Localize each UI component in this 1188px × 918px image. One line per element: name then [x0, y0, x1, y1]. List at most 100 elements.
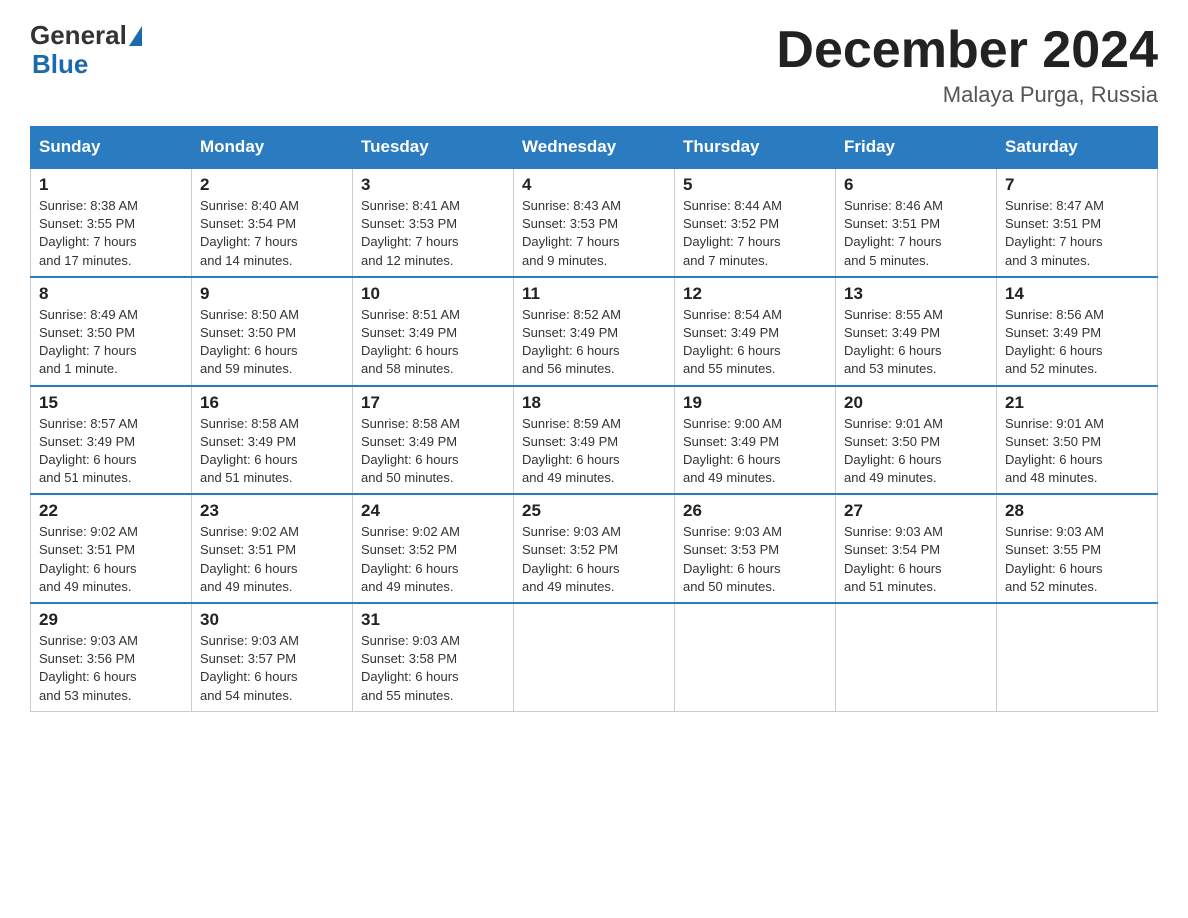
day-info: Sunrise: 8:44 AM Sunset: 3:52 PM Dayligh… [683, 197, 827, 270]
day-info: Sunrise: 8:38 AM Sunset: 3:55 PM Dayligh… [39, 197, 183, 270]
calendar-cell: 19Sunrise: 9:00 AM Sunset: 3:49 PM Dayli… [675, 386, 836, 495]
logo-general-text: General [30, 20, 127, 51]
column-header-sunday: Sunday [31, 127, 192, 169]
day-number: 16 [200, 393, 344, 413]
day-info: Sunrise: 9:03 AM Sunset: 3:53 PM Dayligh… [683, 523, 827, 596]
day-number: 11 [522, 284, 666, 304]
calendar-cell: 1Sunrise: 8:38 AM Sunset: 3:55 PM Daylig… [31, 168, 192, 277]
day-number: 24 [361, 501, 505, 521]
calendar-week-5: 29Sunrise: 9:03 AM Sunset: 3:56 PM Dayli… [31, 603, 1158, 711]
day-info: Sunrise: 9:02 AM Sunset: 3:51 PM Dayligh… [200, 523, 344, 596]
calendar-cell: 25Sunrise: 9:03 AM Sunset: 3:52 PM Dayli… [514, 494, 675, 603]
title-section: December 2024 Malaya Purga, Russia [776, 20, 1158, 108]
calendar-cell: 22Sunrise: 9:02 AM Sunset: 3:51 PM Dayli… [31, 494, 192, 603]
day-info: Sunrise: 8:58 AM Sunset: 3:49 PM Dayligh… [361, 415, 505, 488]
day-info: Sunrise: 9:03 AM Sunset: 3:55 PM Dayligh… [1005, 523, 1149, 596]
calendar-cell: 29Sunrise: 9:03 AM Sunset: 3:56 PM Dayli… [31, 603, 192, 711]
day-info: Sunrise: 8:47 AM Sunset: 3:51 PM Dayligh… [1005, 197, 1149, 270]
day-info: Sunrise: 8:54 AM Sunset: 3:49 PM Dayligh… [683, 306, 827, 379]
day-number: 22 [39, 501, 183, 521]
day-number: 23 [200, 501, 344, 521]
calendar-cell: 13Sunrise: 8:55 AM Sunset: 3:49 PM Dayli… [836, 277, 997, 386]
calendar-cell [836, 603, 997, 711]
day-number: 3 [361, 175, 505, 195]
logo: General Blue [30, 20, 144, 80]
calendar-cell: 4Sunrise: 8:43 AM Sunset: 3:53 PM Daylig… [514, 168, 675, 277]
calendar-cell: 10Sunrise: 8:51 AM Sunset: 3:49 PM Dayli… [353, 277, 514, 386]
day-info: Sunrise: 9:01 AM Sunset: 3:50 PM Dayligh… [1005, 415, 1149, 488]
day-number: 19 [683, 393, 827, 413]
day-number: 18 [522, 393, 666, 413]
column-header-thursday: Thursday [675, 127, 836, 169]
day-number: 20 [844, 393, 988, 413]
calendar-cell: 20Sunrise: 9:01 AM Sunset: 3:50 PM Dayli… [836, 386, 997, 495]
day-number: 12 [683, 284, 827, 304]
day-info: Sunrise: 9:02 AM Sunset: 3:51 PM Dayligh… [39, 523, 183, 596]
calendar-cell: 24Sunrise: 9:02 AM Sunset: 3:52 PM Dayli… [353, 494, 514, 603]
day-number: 4 [522, 175, 666, 195]
day-info: Sunrise: 8:46 AM Sunset: 3:51 PM Dayligh… [844, 197, 988, 270]
month-title: December 2024 [776, 20, 1158, 80]
calendar-week-2: 8Sunrise: 8:49 AM Sunset: 3:50 PM Daylig… [31, 277, 1158, 386]
day-info: Sunrise: 8:51 AM Sunset: 3:49 PM Dayligh… [361, 306, 505, 379]
day-number: 21 [1005, 393, 1149, 413]
calendar-cell: 31Sunrise: 9:03 AM Sunset: 3:58 PM Dayli… [353, 603, 514, 711]
column-header-monday: Monday [192, 127, 353, 169]
day-info: Sunrise: 8:57 AM Sunset: 3:49 PM Dayligh… [39, 415, 183, 488]
calendar-week-4: 22Sunrise: 9:02 AM Sunset: 3:51 PM Dayli… [31, 494, 1158, 603]
day-info: Sunrise: 8:56 AM Sunset: 3:49 PM Dayligh… [1005, 306, 1149, 379]
calendar-cell: 28Sunrise: 9:03 AM Sunset: 3:55 PM Dayli… [997, 494, 1158, 603]
calendar-table: SundayMondayTuesdayWednesdayThursdayFrid… [30, 126, 1158, 712]
day-number: 27 [844, 501, 988, 521]
page-header: General Blue December 2024 Malaya Purga,… [30, 20, 1158, 108]
day-number: 2 [200, 175, 344, 195]
day-number: 8 [39, 284, 183, 304]
calendar-cell: 21Sunrise: 9:01 AM Sunset: 3:50 PM Dayli… [997, 386, 1158, 495]
day-info: Sunrise: 8:41 AM Sunset: 3:53 PM Dayligh… [361, 197, 505, 270]
calendar-cell: 3Sunrise: 8:41 AM Sunset: 3:53 PM Daylig… [353, 168, 514, 277]
calendar-body: 1Sunrise: 8:38 AM Sunset: 3:55 PM Daylig… [31, 168, 1158, 711]
calendar-cell: 27Sunrise: 9:03 AM Sunset: 3:54 PM Dayli… [836, 494, 997, 603]
day-number: 29 [39, 610, 183, 630]
calendar-cell [997, 603, 1158, 711]
day-info: Sunrise: 9:03 AM Sunset: 3:54 PM Dayligh… [844, 523, 988, 596]
calendar-cell: 6Sunrise: 8:46 AM Sunset: 3:51 PM Daylig… [836, 168, 997, 277]
column-header-friday: Friday [836, 127, 997, 169]
logo-triangle-icon [129, 26, 142, 46]
calendar-cell [675, 603, 836, 711]
day-number: 14 [1005, 284, 1149, 304]
day-info: Sunrise: 9:03 AM Sunset: 3:58 PM Dayligh… [361, 632, 505, 705]
day-number: 6 [844, 175, 988, 195]
day-info: Sunrise: 9:03 AM Sunset: 3:52 PM Dayligh… [522, 523, 666, 596]
day-number: 1 [39, 175, 183, 195]
day-number: 26 [683, 501, 827, 521]
calendar-cell [514, 603, 675, 711]
day-info: Sunrise: 9:03 AM Sunset: 3:56 PM Dayligh… [39, 632, 183, 705]
day-info: Sunrise: 8:40 AM Sunset: 3:54 PM Dayligh… [200, 197, 344, 270]
calendar-week-3: 15Sunrise: 8:57 AM Sunset: 3:49 PM Dayli… [31, 386, 1158, 495]
day-info: Sunrise: 8:52 AM Sunset: 3:49 PM Dayligh… [522, 306, 666, 379]
column-header-saturday: Saturday [997, 127, 1158, 169]
day-number: 30 [200, 610, 344, 630]
calendar-cell: 23Sunrise: 9:02 AM Sunset: 3:51 PM Dayli… [192, 494, 353, 603]
calendar-cell: 14Sunrise: 8:56 AM Sunset: 3:49 PM Dayli… [997, 277, 1158, 386]
calendar-cell: 12Sunrise: 8:54 AM Sunset: 3:49 PM Dayli… [675, 277, 836, 386]
day-number: 9 [200, 284, 344, 304]
calendar-week-1: 1Sunrise: 8:38 AM Sunset: 3:55 PM Daylig… [31, 168, 1158, 277]
column-header-wednesday: Wednesday [514, 127, 675, 169]
calendar-cell: 16Sunrise: 8:58 AM Sunset: 3:49 PM Dayli… [192, 386, 353, 495]
day-info: Sunrise: 8:50 AM Sunset: 3:50 PM Dayligh… [200, 306, 344, 379]
day-number: 10 [361, 284, 505, 304]
calendar-cell: 17Sunrise: 8:58 AM Sunset: 3:49 PM Dayli… [353, 386, 514, 495]
calendar-cell: 15Sunrise: 8:57 AM Sunset: 3:49 PM Dayli… [31, 386, 192, 495]
day-number: 13 [844, 284, 988, 304]
day-info: Sunrise: 8:43 AM Sunset: 3:53 PM Dayligh… [522, 197, 666, 270]
calendar-cell: 2Sunrise: 8:40 AM Sunset: 3:54 PM Daylig… [192, 168, 353, 277]
calendar-cell: 11Sunrise: 8:52 AM Sunset: 3:49 PM Dayli… [514, 277, 675, 386]
calendar-cell: 9Sunrise: 8:50 AM Sunset: 3:50 PM Daylig… [192, 277, 353, 386]
day-info: Sunrise: 8:59 AM Sunset: 3:49 PM Dayligh… [522, 415, 666, 488]
day-number: 7 [1005, 175, 1149, 195]
column-header-tuesday: Tuesday [353, 127, 514, 169]
calendar-header: SundayMondayTuesdayWednesdayThursdayFrid… [31, 127, 1158, 169]
calendar-cell: 8Sunrise: 8:49 AM Sunset: 3:50 PM Daylig… [31, 277, 192, 386]
